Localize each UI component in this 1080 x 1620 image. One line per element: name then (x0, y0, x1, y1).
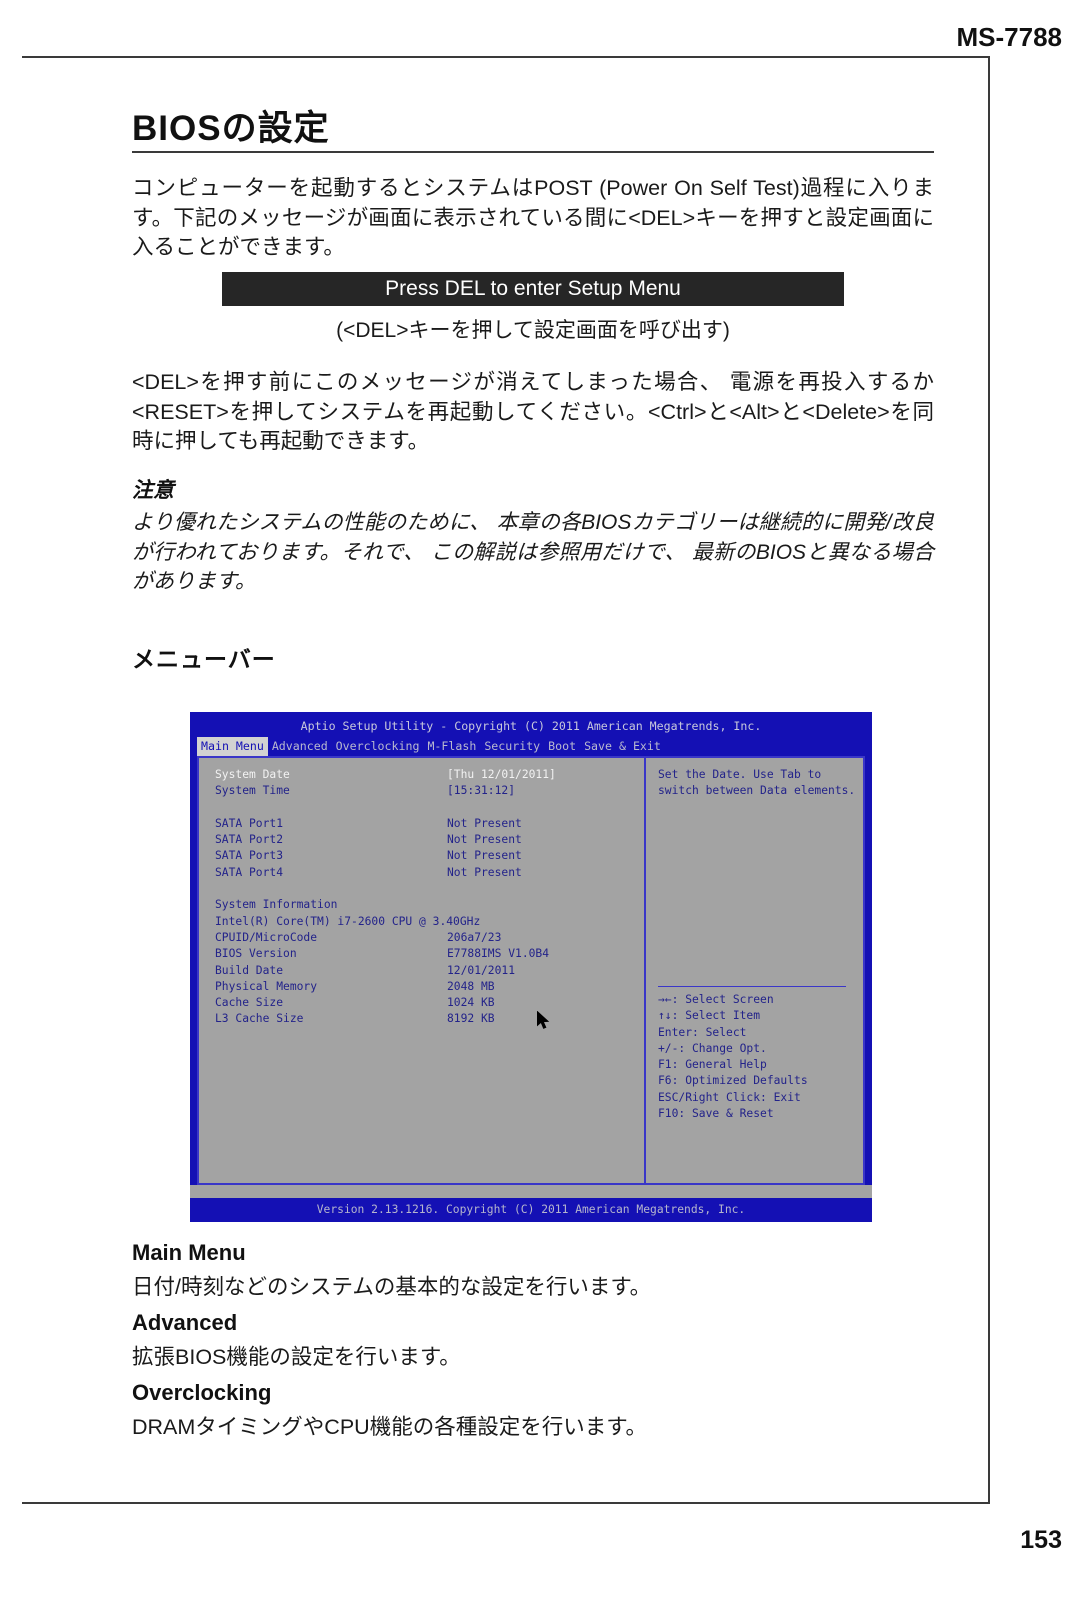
bios-row-spacer (215, 881, 644, 897)
bios-tab-overclocking[interactable]: Overclocking (332, 737, 424, 756)
bios-row-label: System Date (215, 768, 290, 781)
bios-row-value: 12/01/2011 (447, 963, 516, 977)
page-title: BIOSの設定 (132, 109, 330, 148)
description-heading-main-menu: Main Menu (132, 1240, 246, 1265)
bios-row-value: 206a7/23 (447, 930, 502, 944)
bios-row-label: L3 Cache Size (215, 1012, 304, 1026)
bios-help-description: Set the Date. Use Tab to switch between … (658, 768, 856, 798)
page-header-model: MS-7788 (956, 22, 1063, 52)
bios-help-divider (658, 986, 846, 987)
bios-tab-advanced[interactable]: Advanced (268, 737, 332, 756)
bios-row-system-time[interactable]: System Time [15:31:12] (215, 783, 644, 799)
bios-row-cpuid-microcode: CPUID/MicroCode 206a7/23 (215, 930, 644, 946)
bios-tab-main-menu[interactable]: Main Menu (197, 737, 268, 757)
bios-tab-m-flash[interactable]: M-Flash (423, 737, 480, 756)
bios-row-sata-port4[interactable]: SATA Port4 Not Present (215, 865, 644, 881)
bios-row-build-date: Build Date 12/01/2011 (215, 963, 644, 979)
restart-paragraph: <DEL>を押す前にこのメッセージが消えてしまった場合、 電源を再投入するか<R… (132, 370, 934, 453)
menubar-section-heading: メニューバー (132, 646, 276, 672)
bios-row-bios-version: BIOS Version E7788IMS V1.0B4 (215, 946, 644, 962)
bios-tab-boot[interactable]: Boot (544, 737, 580, 756)
bios-version-footer: Version 2.13.1216. Copyright (C) 2011 Am… (190, 1198, 872, 1222)
bios-setup-screenshot: Aptio Setup Utility - Copyright (C) 2011… (190, 712, 872, 1222)
footer-rule (22, 1502, 990, 1504)
bios-row-value: Not Present (447, 833, 522, 847)
bios-row-value: 8192 KB (447, 1012, 495, 1026)
bios-row-spacer (215, 800, 644, 816)
bios-row-sata-port1[interactable]: SATA Port1 Not Present (215, 816, 644, 832)
bios-row-label: SATA Port3 (215, 849, 284, 863)
description-text-overclocking: DRAMタイミングやCPU機能の各種設定を行います。 (132, 1415, 648, 1439)
bios-settings-pane: System Date [Thu 12/01/2011] System Time… (199, 758, 646, 1183)
bios-row-label: System Time (215, 784, 290, 798)
bios-row-value: Not Present (447, 849, 522, 863)
note-heading: 注意 (132, 479, 174, 502)
post-message-caption: (<DEL>キーを押して設定画面を呼び出す) (336, 319, 730, 342)
post-message-banner: Press DEL to enter Setup Menu (222, 272, 844, 306)
bios-row-value: 1024 KB (447, 996, 495, 1010)
bios-help-pane: Set the Date. Use Tab to switch between … (646, 758, 863, 1183)
description-heading-advanced: Advanced (132, 1310, 238, 1335)
bios-row-label: Cache Size (215, 996, 284, 1010)
title-rule (132, 151, 934, 153)
description-text-main-menu: 日付/時刻などのシステムの基本的な設定を行います。 (132, 1275, 652, 1299)
bios-row-label: Build Date (215, 963, 284, 977)
bios-row-label: CPUID/MicroCode (215, 930, 318, 944)
bios-tab-save-and-exit[interactable]: Save & Exit (580, 737, 665, 756)
bios-content-area: System Date [Thu 12/01/2011] System Time… (197, 756, 865, 1185)
bios-row-system-date[interactable]: System Date [Thu 12/01/2011] (215, 767, 644, 783)
page-number: 153 (1020, 1526, 1062, 1554)
bios-row-value: [15:31:12] (447, 784, 516, 798)
bios-row-label: SATA Port2 (215, 833, 284, 847)
bios-row-label: SATA Port1 (215, 816, 284, 830)
page-side-rule (988, 56, 990, 1504)
bios-row-value: Not Present (447, 816, 522, 830)
bios-menu-bar: Main Menu Advanced Overclocking M-Flash … (197, 737, 665, 757)
bios-row-sata-port3[interactable]: SATA Port3 Not Present (215, 848, 644, 864)
bios-tab-security[interactable]: Security (480, 737, 544, 756)
bios-row-label: SATA Port4 (215, 865, 284, 879)
intro-paragraph: コンピューターを起動するとシステムはPOST (Power On Self Te… (132, 176, 934, 259)
bios-row-physical-memory: Physical Memory 2048 MB (215, 979, 644, 995)
description-text-advanced: 拡張BIOS機能の設定を行います。 (132, 1345, 461, 1369)
bios-system-information-header: System Information (215, 898, 338, 912)
note-body: より優れたシステムの性能のために、 本章の各BIOSカテゴリーは継続的に開発/改… (132, 511, 934, 593)
bios-title-bar: Aptio Setup Utility - Copyright (C) 2011… (300, 719, 762, 733)
bios-row-l3-cache-size: L3 Cache Size 8192 KB (215, 1011, 644, 1027)
bios-row-sata-port2[interactable]: SATA Port2 Not Present (215, 832, 644, 848)
bios-row-value: Not Present (447, 865, 522, 879)
description-heading-overclocking: Overclocking (132, 1380, 272, 1405)
bios-row-value: [Thu 12/01/2011] (447, 768, 556, 781)
bios-cpu-model-line: Intel(R) Core(TM) i7-2600 CPU @ 3.40GHz (215, 914, 481, 928)
bios-row-label: Physical Memory (215, 979, 318, 993)
bios-help-key-list: →←: Select Screen ↑↓: Select Item Enter:… (658, 993, 808, 1121)
bios-row-cache-size: Cache Size 1024 KB (215, 995, 644, 1011)
bios-footer-strip (190, 1185, 872, 1198)
bios-row-label: BIOS Version (215, 947, 297, 961)
bios-row-value: 2048 MB (447, 979, 495, 993)
header-rule (22, 56, 990, 58)
bios-row-value: E7788IMS V1.0B4 (447, 947, 550, 961)
